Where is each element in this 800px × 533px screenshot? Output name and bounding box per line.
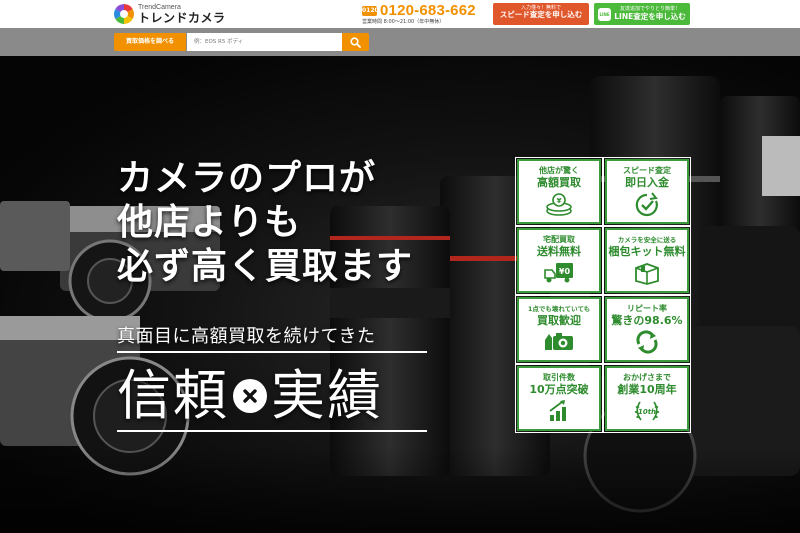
- coins-icon: ¥: [546, 193, 572, 216]
- feature-repeat-rate[interactable]: リピート率 驚きの98.6%: [603, 295, 691, 364]
- headline-line-2: 他店よりも: [117, 202, 302, 243]
- feature-title: 送料無料: [537, 245, 581, 258]
- logo-title: トレンドカメラ: [138, 11, 226, 25]
- feature-free-packing-kit[interactable]: カメラを安全に送る 梱包キット無料: [603, 226, 691, 295]
- line-icon: LINE: [598, 7, 611, 21]
- feature-title: 買取歓迎: [537, 314, 581, 327]
- feature-caption: 宅配買取: [543, 235, 575, 244]
- anniversary-laurel-icon: 10th: [634, 401, 660, 421]
- phone-contact[interactable]: 0120 0120-683-662 営業時間 8:00～21:00（年中無休）: [362, 2, 488, 26]
- feature-title: 驚きの98.6%: [611, 314, 683, 327]
- cross-icon: [233, 379, 267, 413]
- business-hours: 営業時間 8:00～21:00（年中無休）: [362, 19, 445, 25]
- svg-text:¥0: ¥0: [559, 267, 571, 276]
- site-logo[interactable]: TrendCamera トレンドカメラ: [114, 2, 226, 26]
- feature-title: 創業10周年: [617, 383, 677, 396]
- broken-camera-icon: [545, 333, 573, 350]
- speed-appraisal-label: スピード査定を申し込む: [499, 10, 583, 20]
- speed-appraisal-button[interactable]: 入力僅々！無料で スピード査定を申し込む: [493, 3, 589, 25]
- trust-word-right: 実績: [271, 364, 383, 427]
- box-icon: [635, 263, 659, 285]
- search-input[interactable]: [187, 33, 342, 51]
- feature-same-day-payment[interactable]: スピード査定 即日入金: [603, 157, 691, 226]
- logo-subtitle: TrendCamera: [138, 4, 181, 11]
- svg-text:10th: 10th: [638, 408, 656, 416]
- truck-icon: ¥0: [544, 263, 573, 283]
- feature-grid: 他店が驚く 高額買取 ¥ スピード査定 即日入金 宅配買取 送料無料 ¥0 カメ…: [515, 157, 691, 433]
- feature-caption: 他店が驚く: [539, 166, 579, 175]
- aperture-logo-icon: [114, 4, 134, 24]
- search-label: 買取価格を調べる: [114, 33, 186, 51]
- hero-headline: カメラのプロが 他店よりも 必ず高く買取ます: [117, 157, 447, 289]
- feature-caption: おかげさまで: [623, 373, 671, 382]
- line-appraisal-label: LINE査定を申し込む: [614, 11, 686, 21]
- repeat-icon: [636, 330, 658, 354]
- search-button[interactable]: [342, 33, 369, 51]
- headline-line-3: 必ず高く買取ます: [117, 246, 414, 287]
- feature-transactions[interactable]: 取引件数 10万点突破: [515, 364, 603, 433]
- feature-title: 即日入金: [625, 176, 669, 189]
- feature-anniversary[interactable]: おかげさまで 創業10周年 10th: [603, 364, 691, 433]
- feature-title: 梱包キット無料: [608, 245, 686, 258]
- trust-heading: 信頼 実績: [117, 362, 427, 432]
- feature-title: 10万点突破: [529, 383, 589, 396]
- feature-caption: 1点でも壊れていても: [527, 305, 591, 313]
- search-icon: [350, 36, 361, 48]
- feature-free-shipping[interactable]: 宅配買取 送料無料 ¥0: [515, 226, 603, 295]
- feature-title: 高額買取: [537, 176, 581, 189]
- feature-broken-items-welcome[interactable]: 1点でも壊れていても 買取歓迎: [515, 295, 603, 364]
- line-appraisal-button[interactable]: LINE 友達追加でやりとり簡単！ LINE査定を申し込む: [594, 3, 690, 25]
- hero-banner: カメラのプロが 他店よりも 必ず高く買取ます 真面目に高額買取を続けてきた 信頼…: [0, 56, 800, 533]
- svg-text:¥: ¥: [557, 197, 562, 205]
- headline-line-1: カメラのプロが: [117, 158, 377, 199]
- free-dial-icon: 0120: [362, 6, 379, 16]
- feature-high-price[interactable]: 他店が驚く 高額買取 ¥: [515, 157, 603, 226]
- hero-lead: 真面目に高額買取を続けてきた: [117, 322, 427, 353]
- feature-caption: カメラを安全に送る: [617, 236, 677, 244]
- phone-number[interactable]: 0120-683-662: [380, 2, 476, 19]
- trust-word-left: 信頼: [117, 364, 229, 427]
- feature-caption: スピード査定: [623, 166, 671, 175]
- clock-check-icon: [635, 192, 658, 217]
- feature-caption: 取引件数: [543, 373, 575, 382]
- feature-caption: リピート率: [627, 304, 667, 313]
- growth-chart-icon: [549, 400, 566, 421]
